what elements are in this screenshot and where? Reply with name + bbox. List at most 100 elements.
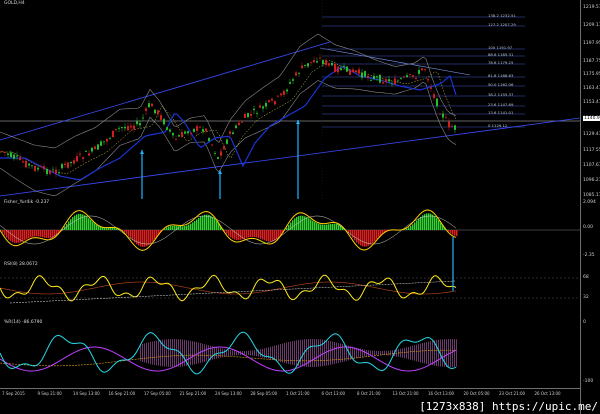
fib-level-label: 61.8 1168.63 <box>488 73 514 78</box>
fisher-histogram-bar <box>364 230 366 247</box>
candle-body <box>184 131 186 134</box>
candle-body <box>373 76 375 80</box>
fisher-histogram-bar <box>240 230 242 240</box>
price-scale[interactable]: 1219.57 1209.17 1197.95 1187.75 1175.95 1163.… <box>580 0 600 414</box>
candle-body <box>247 113 249 118</box>
fisher-histogram-bar <box>322 224 324 230</box>
candle-body <box>28 163 30 166</box>
fisher-histogram-bar <box>10 230 12 242</box>
candle-body <box>415 77 417 79</box>
bollinger-upper <box>0 33 457 149</box>
candle-body <box>133 125 135 130</box>
candle-body <box>43 166 45 170</box>
rsi-panel[interactable]: RSI(8) 28.0672 <box>0 261 580 320</box>
fisher-histogram-bar <box>370 230 372 245</box>
candle-body <box>244 114 246 118</box>
fisher-histogram-bar <box>70 219 72 230</box>
fisher-histogram-bar <box>276 230 278 240</box>
candle-body <box>370 79 372 81</box>
wpr-histogram-bar <box>232 350 233 356</box>
wpr-histogram-bar <box>160 339 161 367</box>
candle-body <box>268 100 270 103</box>
fisher-histogram-bar <box>128 230 130 237</box>
fisher-histogram-bar <box>170 226 172 230</box>
wpr-histogram-bar <box>194 341 195 365</box>
signal-arrowhead <box>296 120 300 124</box>
candle-body <box>166 127 168 130</box>
fisher-histogram-bar <box>264 230 266 241</box>
candle-body <box>451 126 453 127</box>
fisher-histogram-bar <box>248 230 250 238</box>
candle-body <box>340 68 342 71</box>
candle-body <box>316 61 318 63</box>
candle-body <box>88 153 90 156</box>
candle-body <box>430 87 432 89</box>
candle-body <box>418 69 420 74</box>
fisher-histogram-bar <box>104 227 106 230</box>
wpr-histogram-bar <box>418 344 419 362</box>
candle-body <box>382 82 384 84</box>
candle-body <box>142 117 144 119</box>
fisher-histogram-bar <box>76 214 78 230</box>
candle-body <box>322 60 324 64</box>
candle-body <box>436 98 438 107</box>
wpr-histogram-bar <box>382 350 383 356</box>
fisher-histogram-bar <box>184 225 186 230</box>
fisher-histogram-bar <box>28 230 30 239</box>
indicator-scale-label: -100 <box>583 379 594 384</box>
candle-body <box>439 113 441 115</box>
fisher-histogram-bar <box>124 230 126 233</box>
time-label: 26 Oct 13:00 <box>534 391 561 396</box>
candle-body <box>52 169 54 171</box>
candle-body <box>154 109 156 114</box>
wpr-histogram-bar <box>336 342 337 364</box>
wpr-histogram-bar <box>204 344 205 362</box>
candle-body <box>85 150 87 152</box>
fisher-histogram-bar <box>334 223 336 230</box>
wpr-histogram-bar <box>190 340 191 366</box>
candle-body <box>67 162 69 168</box>
fisher-histogram-bar <box>112 227 114 230</box>
candle-body <box>406 75 408 78</box>
fisher-histogram-bar <box>236 230 238 240</box>
price-panel[interactable]: GOLD,H4 138.2 1232.51 127.2 1207.29 100 11… <box>0 0 580 200</box>
candle-body <box>214 153 216 154</box>
candle-body <box>343 65 345 67</box>
fisher-panel[interactable]: Fisher_Yur4ik -0.237 <box>0 199 580 262</box>
candle-body <box>217 157 219 159</box>
fisher-histogram-bar <box>454 230 456 236</box>
wpr-histogram-bar <box>202 343 203 363</box>
candle-body <box>412 75 414 77</box>
fisher-histogram-bar <box>40 230 42 237</box>
wpr-histogram-bar <box>392 350 393 356</box>
wpr-histogram-bar <box>248 350 249 356</box>
fisher-histogram-bar <box>456 230 458 237</box>
wpr-panel[interactable]: %R(14) -86.6790 <box>0 319 580 389</box>
candle-body <box>64 163 66 166</box>
candle-body <box>109 137 111 139</box>
wpr-histogram-bar <box>282 343 283 363</box>
wpr-histogram-bar <box>362 349 363 357</box>
candle-body <box>409 74 411 75</box>
candle-body <box>286 89 288 92</box>
wpr-histogram-bar <box>262 348 263 358</box>
candle-body <box>82 157 84 159</box>
fisher-histogram-bar <box>410 226 412 230</box>
fisher-histogram-bar <box>132 230 134 241</box>
wpr-histogram-bar <box>388 350 389 356</box>
time-label: 1 Oct 21:00 <box>286 391 310 396</box>
candle-body <box>241 122 243 123</box>
wpr-histogram-bar <box>280 344 281 362</box>
bollinger-lower <box>0 80 457 197</box>
wpr-histogram-bar <box>320 339 321 367</box>
candle-body <box>328 63 330 66</box>
fisher-histogram-bar <box>46 230 48 239</box>
indicator-scale-label: -2.35 <box>583 253 595 258</box>
candle-body <box>79 153 81 155</box>
time-label: 21 Sep 21:00 <box>179 391 207 396</box>
wpr-histogram-bar <box>312 339 313 367</box>
price-scale-label: 1175.95 <box>583 72 600 77</box>
candle-body <box>352 69 354 73</box>
candle-body <box>274 101 276 105</box>
wpr-histogram-bar <box>428 341 429 365</box>
